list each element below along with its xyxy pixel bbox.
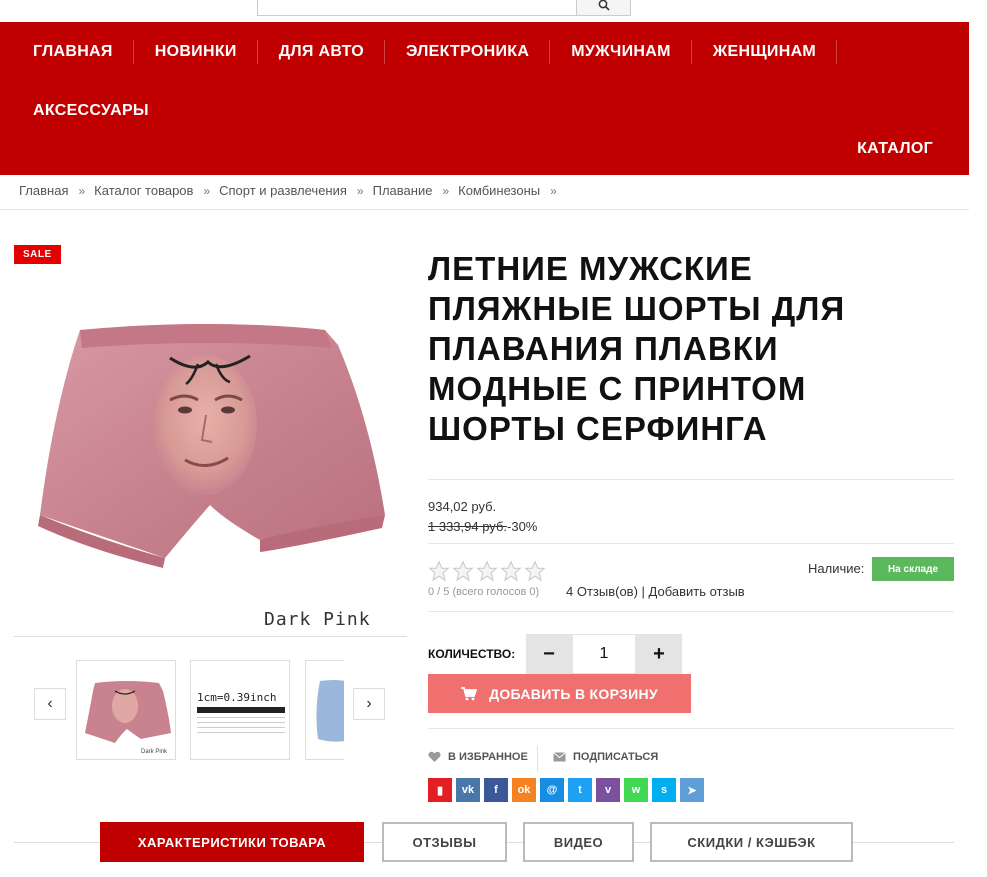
star-icon[interactable] bbox=[500, 560, 522, 582]
divider bbox=[428, 543, 954, 544]
divider bbox=[428, 479, 954, 480]
thumbnail-blue-image bbox=[316, 680, 344, 742]
old-price-row: 1 333,94 руб.-30% bbox=[428, 519, 537, 534]
star-icon[interactable] bbox=[476, 560, 498, 582]
star-icon[interactable] bbox=[428, 560, 450, 582]
tab-characteristics[interactable]: ХАРАКТЕРИСТИКИ ТОВАРА bbox=[100, 822, 364, 862]
product-main-image[interactable] bbox=[20, 300, 410, 630]
breadcrumb: Главная » Каталог товаров » Спорт и разв… bbox=[19, 183, 566, 198]
bookmark-share-icon[interactable]: ▮ bbox=[428, 778, 452, 802]
main-nav: ГЛАВНАЯ НОВИНКИ ДЛЯ АВТО ЭЛЕКТРОНИКА МУЖ… bbox=[0, 22, 969, 175]
add-to-cart-label: ДОБАВИТЬ В КОРЗИНУ bbox=[489, 685, 658, 702]
odnoklassniki-share-icon[interactable]: ok bbox=[512, 778, 536, 802]
nav-item-electronics[interactable]: ЭЛЕКТРОНИКА bbox=[385, 22, 551, 81]
breadcrumb-separator: » bbox=[550, 183, 557, 198]
sale-badge: SALE bbox=[14, 245, 61, 264]
divider bbox=[0, 209, 969, 210]
quantity-label: КОЛИЧЕСТВО: bbox=[428, 647, 516, 661]
nav-item-women[interactable]: ЖЕНЩИНАМ bbox=[692, 22, 838, 81]
quantity-decrease-button[interactable]: − bbox=[526, 634, 572, 674]
nav-item-men[interactable]: МУЖЧИНАМ bbox=[550, 22, 692, 81]
reviews-count-link[interactable]: 4 Отзыв(ов) bbox=[566, 584, 638, 599]
breadcrumb-separator: » bbox=[203, 183, 211, 198]
breadcrumb-home[interactable]: Главная bbox=[19, 183, 68, 198]
quantity-increase-button[interactable]: + bbox=[636, 634, 682, 674]
divider bbox=[14, 636, 407, 637]
thumb-prev-button[interactable]: ‹ bbox=[34, 688, 66, 720]
cart-icon bbox=[461, 686, 478, 700]
reviews-separator: | bbox=[637, 584, 649, 599]
size-chart-caption: 1cm=0.39inch bbox=[197, 691, 277, 704]
search-bar[interactable] bbox=[257, 0, 631, 16]
star-icon[interactable] bbox=[452, 560, 474, 582]
nav-item-auto[interactable]: ДЛЯ АВТО bbox=[258, 22, 386, 81]
envelope-icon bbox=[553, 752, 566, 762]
breadcrumb-separator: » bbox=[356, 183, 364, 198]
nav-item-new[interactable]: НОВИНКИ bbox=[134, 22, 258, 81]
wishlist-label: В ИЗБРАННОЕ bbox=[448, 751, 528, 763]
vk-share-icon[interactable]: vk bbox=[456, 778, 480, 802]
product-thumbnail[interactable]: 1cm=0.39inch bbox=[190, 660, 290, 760]
search-button[interactable] bbox=[576, 0, 630, 15]
tab-discounts[interactable]: СКИДКИ / КЭШБЭК bbox=[650, 822, 853, 862]
add-review-link[interactable]: Добавить отзыв bbox=[649, 584, 745, 599]
twitter-share-icon[interactable]: t bbox=[568, 778, 592, 802]
rating-votes: 0 / 5 (всего голосов 0) bbox=[428, 586, 540, 598]
tab-video[interactable]: ВИДЕО bbox=[523, 822, 634, 862]
nav-item-home[interactable]: ГЛАВНАЯ bbox=[12, 22, 134, 81]
nav-item-accessories[interactable]: АКСЕССУАРЫ bbox=[12, 81, 170, 140]
chevron-left-icon: ‹ bbox=[47, 695, 53, 712]
product-title: ЛЕТНИЕ МУЖСКИЕ ПЛЯЖНЫЕ ШОРТЫ ДЛЯ ПЛАВАНИ… bbox=[428, 250, 846, 447]
product-thumbnail[interactable] bbox=[305, 660, 344, 760]
old-price: 1 333,94 руб. bbox=[428, 519, 508, 534]
size-chart-table bbox=[197, 707, 285, 733]
nav-catalog-button[interactable]: КАТАЛОГ bbox=[857, 140, 933, 162]
divider bbox=[428, 611, 954, 612]
breadcrumb-separator: » bbox=[442, 183, 450, 198]
star-icon[interactable] bbox=[524, 560, 546, 582]
moimir-share-icon[interactable]: @ bbox=[540, 778, 564, 802]
availability-label: Наличие: bbox=[808, 561, 865, 576]
breadcrumb-catalog[interactable]: Каталог товаров bbox=[94, 183, 193, 198]
wishlist-button[interactable]: В ИЗБРАННОЕ bbox=[428, 751, 528, 763]
skype-share-icon[interactable]: s bbox=[652, 778, 676, 802]
divider bbox=[537, 746, 538, 772]
image-caption: Dark Pink bbox=[264, 609, 371, 630]
divider bbox=[428, 728, 954, 729]
current-price: 934,02 руб. bbox=[428, 499, 497, 514]
breadcrumb-jumpsuits[interactable]: Комбинезоны bbox=[458, 183, 540, 198]
whatsapp-share-icon[interactable]: w bbox=[624, 778, 648, 802]
social-share-bar: ▮ vk f ok @ t v w s ➤ bbox=[428, 778, 704, 802]
availability-badge: На складе bbox=[872, 557, 954, 581]
add-to-cart-button[interactable]: ДОБАВИТЬ В КОРЗИНУ bbox=[428, 674, 691, 713]
subscribe-label: ПОДПИСАТЬСЯ bbox=[573, 751, 659, 763]
breadcrumb-swimming[interactable]: Плавание bbox=[373, 183, 433, 198]
quantity-input[interactable] bbox=[572, 634, 636, 674]
heart-icon bbox=[428, 751, 441, 762]
reviews-links: 4 Отзыв(ов) | Добавить отзыв bbox=[566, 584, 745, 599]
product-thumbnail[interactable]: Dark Pink bbox=[76, 660, 176, 760]
thumbnail-caption: Dark Pink bbox=[140, 749, 167, 755]
subscribe-button[interactable]: ПОДПИСАТЬСЯ bbox=[553, 751, 658, 763]
facebook-share-icon[interactable]: f bbox=[484, 778, 508, 802]
thumb-next-button[interactable]: › bbox=[353, 688, 385, 720]
rating-stars[interactable] bbox=[428, 560, 546, 582]
discount-percent: -30% bbox=[507, 519, 538, 534]
breadcrumb-sport[interactable]: Спорт и развлечения bbox=[219, 183, 347, 198]
breadcrumb-separator: » bbox=[78, 183, 86, 198]
tab-reviews[interactable]: ОТЗЫВЫ bbox=[382, 822, 507, 862]
viber-share-icon[interactable]: v bbox=[596, 778, 620, 802]
chevron-right-icon: › bbox=[366, 695, 372, 712]
thumbnail-shorts-image bbox=[85, 681, 171, 743]
search-icon bbox=[598, 0, 610, 11]
telegram-share-icon[interactable]: ➤ bbox=[680, 778, 704, 802]
